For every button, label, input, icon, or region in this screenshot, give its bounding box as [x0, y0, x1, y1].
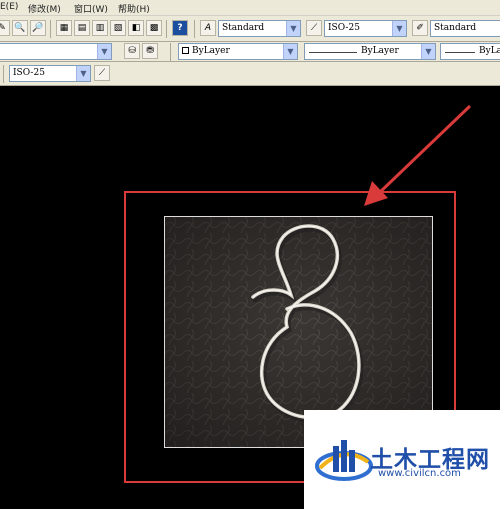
text-style-select[interactable]: Standard ▼	[218, 20, 301, 37]
dimension-style-icon[interactable]: ⟋	[306, 20, 322, 36]
layer-previous-icon[interactable]: ⛃	[142, 43, 158, 59]
chevron-down-icon[interactable]: ▼	[421, 44, 435, 59]
color-swatch	[182, 47, 189, 54]
dimension-style-value-2: ISO-25	[13, 68, 45, 78]
toolbar-separator	[194, 20, 195, 38]
layers-toolbar: ▼ ⛁ ⛃ ByLayer ▼ ByLayer ▼ ByLayer	[0, 42, 500, 62]
markup-icon[interactable]: ◧	[128, 20, 144, 36]
dimension-style-select-2[interactable]: ISO-25 ▼	[9, 65, 91, 82]
watermark: 土木工程网 www.civilcn.com	[304, 410, 500, 509]
linetype-value: ByLayer	[361, 46, 399, 56]
help-icon[interactable]: ?	[172, 20, 188, 36]
properties-icon[interactable]: ▦	[56, 20, 72, 36]
color-value: ByLayer	[192, 46, 230, 56]
chevron-down-icon[interactable]: ▼	[283, 44, 297, 59]
tool-palettes-icon[interactable]: ▥	[92, 20, 108, 36]
toolbar-separator	[170, 43, 171, 61]
lineweight-control-select[interactable]: ByLayer	[440, 43, 500, 60]
dimension-style-select[interactable]: ISO-25 ▼	[324, 20, 407, 37]
zoom-realtime-icon[interactable]: 🔍	[12, 20, 28, 36]
match-properties-icon[interactable]: ✎	[0, 20, 10, 36]
cad-window: E(E) 修改(M) 窗口(W) 帮助(H) ✎ 🔍 🔎 ▦ ▤ ▥ ▧ ◧ ▩…	[0, 0, 500, 509]
watermark-url: www.civilcn.com	[378, 468, 461, 479]
standard-toolbar: ✎ 🔍 🔎 ▦ ▤ ▥ ▧ ◧ ▩ ? A Standard ▼ ⟋ ISO-2…	[0, 16, 500, 42]
make-layer-current-icon[interactable]: ⛁	[124, 43, 140, 59]
sheet-set-icon[interactable]: ▧	[110, 20, 126, 36]
chevron-down-icon[interactable]: ▼	[286, 21, 300, 36]
design-center-icon[interactable]: ▤	[74, 20, 90, 36]
dimension-toolbar: ISO-25 ▼ ⟋	[0, 62, 500, 86]
color-control-select[interactable]: ByLayer ▼	[178, 43, 298, 60]
chevron-down-icon[interactable]: ▼	[392, 21, 406, 36]
menu-modify[interactable]: 修改(M)	[28, 2, 61, 15]
layer-select[interactable]: ▼	[0, 43, 112, 60]
chevron-down-icon[interactable]: ▼	[76, 66, 90, 81]
menu-help[interactable]: 帮助(H)	[118, 2, 150, 15]
menu-edit[interactable]: E(E)	[0, 2, 18, 12]
table-style-select[interactable]: Standard	[430, 20, 500, 37]
table-style-value: Standard	[434, 23, 477, 33]
civilcn-logo-icon	[315, 440, 373, 481]
lineweight-value: ByLayer	[479, 46, 500, 56]
text-style-value: Standard	[222, 23, 265, 33]
calculator-icon[interactable]: ▩	[146, 20, 162, 36]
toolbar-separator	[166, 20, 167, 38]
zoom-window-icon[interactable]: 🔎	[30, 20, 46, 36]
table-style-icon[interactable]: ✐	[412, 20, 428, 36]
linetype-sample	[309, 52, 357, 53]
chevron-down-icon[interactable]: ▼	[97, 44, 111, 59]
toolbar-grip[interactable]	[3, 65, 4, 83]
linetype-control-select[interactable]: ByLayer ▼	[304, 43, 436, 60]
lineweight-sample	[445, 52, 475, 53]
dimension-style-icon-2[interactable]: ⟋	[94, 65, 110, 81]
menu-bar: E(E) 修改(M) 窗口(W) 帮助(H)	[0, 0, 500, 16]
toolbar-separator	[50, 20, 51, 38]
dimension-style-value: ISO-25	[328, 23, 360, 33]
menu-window[interactable]: 窗口(W)	[74, 2, 108, 15]
text-style-icon[interactable]: A	[200, 20, 216, 36]
